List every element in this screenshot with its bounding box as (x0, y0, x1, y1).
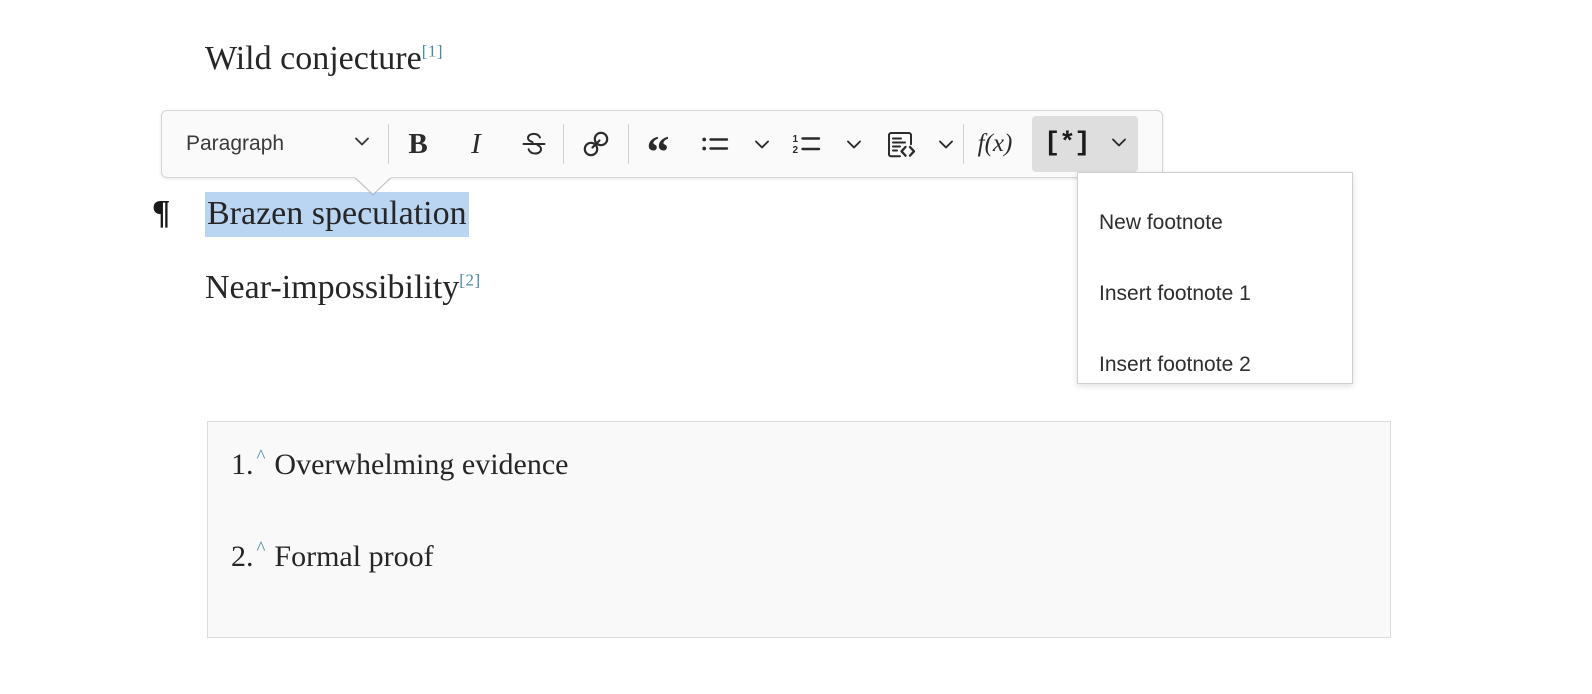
menu-item-label: New footnote (1099, 211, 1223, 235)
chevron-down-icon (1109, 132, 1129, 157)
code-block-button[interactable] (871, 119, 929, 169)
math-icon: f(x) (978, 130, 1013, 158)
footnote-backlink-icon[interactable]: ^ (257, 538, 266, 560)
chevron-down-icon (352, 131, 372, 157)
link-button[interactable] (564, 119, 628, 169)
menu-item-new-footnote[interactable]: New footnote (1078, 187, 1352, 258)
strikethrough-icon (520, 129, 548, 159)
footnote-menu-toggle[interactable] (1100, 116, 1138, 172)
selected-text[interactable]: Brazen speculation (205, 192, 469, 237)
formatting-toolbar: Paragraph B I “ (161, 110, 1163, 178)
document-line-wild-conjecture[interactable]: Wild conjecture[1] (205, 42, 443, 76)
footnote-reference-1[interactable]: [1] (422, 42, 443, 61)
insert-footnote-button[interactable]: [*] (1032, 116, 1100, 172)
footnote-text[interactable]: Formal proof (274, 540, 433, 574)
code-block-icon (884, 128, 916, 160)
document-line-text: Wild conjecture (205, 40, 422, 77)
footnote-list-item[interactable]: 2. ^ Formal proof (231, 540, 434, 574)
menu-item-insert-footnote-2[interactable]: Insert footnote 2 (1078, 329, 1352, 400)
numbered-list-options-button[interactable] (837, 119, 871, 169)
paragraph-marker-icon: ¶ (152, 196, 170, 230)
footnote-button-group: [*] (1032, 116, 1138, 172)
footnote-number: 1. (231, 448, 254, 482)
paragraph-style-value: Paragraph (186, 132, 284, 156)
menu-item-label: Insert footnote 1 (1099, 282, 1251, 306)
toolbar-pointer-tail (355, 177, 391, 194)
footnote-reference-2[interactable]: [2] (459, 271, 480, 290)
document-line-text: Near-impossibility (205, 269, 459, 306)
link-icon (580, 128, 612, 160)
bold-button[interactable]: B (389, 119, 447, 169)
chevron-down-icon (844, 134, 864, 154)
blockquote-button[interactable]: “ (629, 111, 687, 177)
code-block-options-button[interactable] (929, 119, 963, 169)
footnotes-panel: 1. ^ Overwhelming evidence 2. ^ Formal p… (207, 421, 1391, 638)
italic-button[interactable]: I (447, 119, 505, 169)
svg-text:1: 1 (793, 134, 799, 145)
numbered-list-icon: 1 2 (792, 130, 824, 158)
document-line-brazen-speculation[interactable]: Brazen speculation (205, 197, 469, 231)
svg-text:2: 2 (793, 145, 799, 156)
footnote-list-item[interactable]: 1. ^ Overwhelming evidence (231, 448, 568, 482)
bullet-list-icon (701, 130, 731, 158)
footnote-dropdown-menu: New footnote Insert footnote 1 Insert fo… (1077, 172, 1353, 384)
italic-icon: I (471, 128, 481, 161)
footnote-number: 2. (231, 540, 254, 574)
paragraph-style-select[interactable]: Paragraph (162, 119, 388, 169)
menu-item-insert-footnote-1[interactable]: Insert footnote 1 (1078, 258, 1352, 329)
numbered-list-button[interactable]: 1 2 (779, 119, 837, 169)
bold-icon: B (408, 128, 427, 161)
bullet-list-options-button[interactable] (745, 119, 779, 169)
footnote-backlink-icon[interactable]: ^ (257, 446, 266, 468)
footnote-text[interactable]: Overwhelming evidence (274, 448, 568, 482)
menu-item-label: Insert footnote 2 (1099, 353, 1251, 377)
chevron-down-icon (936, 134, 956, 154)
math-formula-button[interactable]: f(x) (964, 119, 1026, 169)
strikethrough-button[interactable] (505, 119, 563, 169)
bullet-list-button[interactable] (687, 119, 745, 169)
chevron-down-icon (752, 134, 772, 154)
document-line-near-impossibility[interactable]: Near-impossibility[2] (205, 271, 481, 305)
footnote-icon: [*] (1044, 129, 1090, 159)
